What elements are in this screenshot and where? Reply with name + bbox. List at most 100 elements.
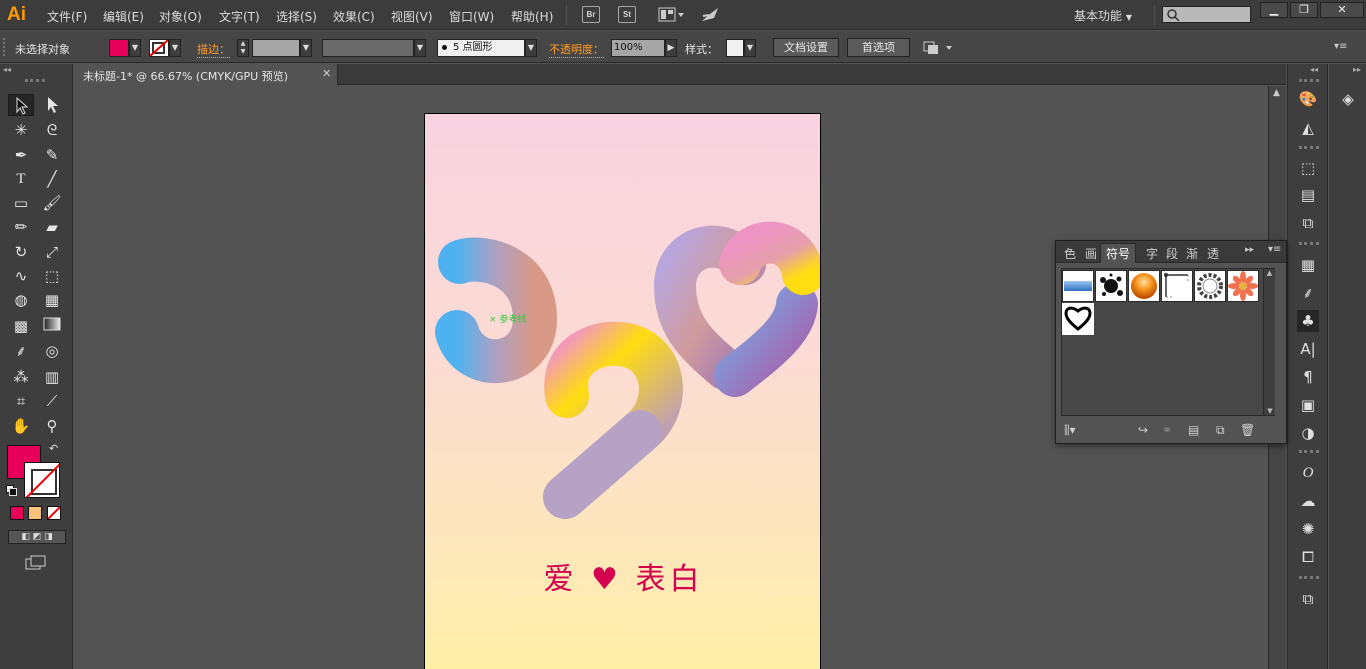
- gpu-performance-icon[interactable]: [700, 6, 720, 24]
- gradient-panel-icon[interactable]: ▣: [1297, 394, 1319, 416]
- zoom-tool-icon[interactable]: ⚲: [39, 415, 65, 437]
- tab-character[interactable]: 字: [1146, 245, 1158, 262]
- menu-edit[interactable]: 编辑(E): [103, 8, 144, 25]
- color-mode-button[interactable]: [10, 506, 24, 520]
- symbol-libraries-menu-icon[interactable]: ⫼▾: [1064, 423, 1076, 438]
- bridge-button[interactable]: Br: [582, 6, 600, 23]
- stroke-color-swatch[interactable]: [149, 39, 169, 57]
- menu-file[interactable]: 文件(F): [47, 8, 87, 25]
- restore-button[interactable]: ❐: [1290, 2, 1318, 18]
- gradient-mode-button[interactable]: [28, 506, 42, 520]
- help-search-input[interactable]: [1162, 6, 1251, 23]
- perspective-grid-tool-icon[interactable]: ▦: [39, 289, 65, 311]
- artboard[interactable]: × 参考线 爱 ♥ 表白: [424, 113, 821, 669]
- character-panel-icon[interactable]: A|: [1297, 338, 1319, 360]
- opacity-label[interactable]: 不透明度：: [549, 41, 604, 58]
- fill-color-swatch[interactable]: [109, 39, 129, 57]
- workspace-switcher[interactable]: 基本功能 ▼: [1074, 7, 1132, 24]
- appearance-panel-icon[interactable]: ✺: [1297, 518, 1319, 540]
- tab-transparency[interactable]: 透: [1207, 245, 1219, 262]
- tab-paragraph[interactable]: 段: [1166, 245, 1178, 262]
- symbol-orange-orb[interactable]: [1128, 270, 1160, 302]
- library-scrollbar[interactable]: ▲ ▼: [1263, 269, 1275, 415]
- panel-menu-icon[interactable]: ▾≡: [1334, 41, 1352, 53]
- delete-symbol-icon[interactable]: 🗑: [1240, 423, 1255, 437]
- screen-mode-icon[interactable]: [24, 554, 48, 572]
- tab-gradient[interactable]: 渐: [1186, 245, 1198, 262]
- selection-tool-icon[interactable]: [8, 94, 34, 116]
- stroke-label[interactable]: 描边：: [197, 41, 230, 58]
- blend-tool-icon[interactable]: ◎: [39, 340, 65, 362]
- scroll-up-icon[interactable]: ▲: [1264, 269, 1275, 277]
- symbol-ink-splat[interactable]: [1095, 270, 1127, 302]
- pen-tool-icon[interactable]: ✒: [8, 144, 34, 166]
- direct-selection-tool-icon[interactable]: [39, 94, 65, 116]
- artboards-panel-icon[interactable]: ⧉: [1297, 588, 1319, 610]
- symbol-heart-outline[interactable]: [1062, 303, 1094, 335]
- menu-window[interactable]: 窗口(W): [449, 8, 494, 25]
- stroke-dropdown[interactable]: ▼: [169, 39, 181, 57]
- hand-tool-icon[interactable]: ✋: [8, 415, 34, 437]
- none-mode-button[interactable]: [47, 506, 61, 520]
- color-panel-icon[interactable]: ◭: [1297, 117, 1319, 139]
- warp-tool-icon[interactable]: ∿: [8, 265, 34, 287]
- draw-mode-buttons[interactable]: ◧ ◩ ◨: [8, 530, 66, 544]
- document-tab[interactable]: 未标题-1* @ 66.67% (CMYK/GPU 预览) ✕: [73, 64, 338, 85]
- brushes-panel-icon[interactable]: ⸙: [1297, 282, 1319, 304]
- symbol-wreath[interactable]: [1194, 270, 1226, 302]
- symbol-flower[interactable]: [1227, 270, 1259, 302]
- opentype-panel-icon[interactable]: O: [1297, 462, 1319, 484]
- dock2-collapse-icon[interactable]: ▸▸: [1353, 65, 1361, 74]
- transform-panel-icon[interactable]: ⬚: [1297, 157, 1319, 179]
- minimize-button[interactable]: ▁: [1260, 2, 1288, 18]
- brush-dropdown[interactable]: ▼: [525, 39, 537, 57]
- transparency-panel-icon[interactable]: ◑: [1297, 422, 1319, 444]
- shape-builder-tool-icon[interactable]: ◍: [8, 289, 34, 311]
- stroke-color-box[interactable]: [24, 462, 60, 498]
- tab-brushes[interactable]: 画: [1085, 245, 1097, 262]
- close-tab-icon[interactable]: ✕: [322, 67, 331, 80]
- symbol-frame-corner[interactable]: [1161, 270, 1193, 302]
- swatches-panel-icon[interactable]: ▦: [1297, 254, 1319, 276]
- place-symbol-icon[interactable]: ↪: [1138, 423, 1148, 437]
- curvature-tool-icon[interactable]: ✎: [39, 144, 65, 166]
- dock-collapse-icon[interactable]: ◂◂: [1310, 65, 1318, 74]
- artboard-tool-icon[interactable]: ⌗: [8, 390, 34, 412]
- document-setup-button[interactable]: 文档设置: [773, 38, 839, 57]
- asset-export-icon[interactable]: ⧠: [1297, 546, 1319, 568]
- toolbox-collapse-icon[interactable]: ◂◂: [3, 65, 11, 74]
- preferences-button[interactable]: 首选项: [847, 38, 910, 57]
- free-transform-tool-icon[interactable]: ⬚: [39, 265, 65, 287]
- new-symbol-icon[interactable]: ⧉: [1216, 423, 1225, 438]
- more-tabs-icon[interactable]: ▸▸: [1245, 245, 1254, 255]
- stroke-weight-input[interactable]: [252, 39, 300, 57]
- menu-type[interactable]: 文字(T): [219, 8, 260, 25]
- scale-tool-icon[interactable]: ⤢: [39, 241, 65, 263]
- mesh-tool-icon[interactable]: ▩: [8, 315, 34, 337]
- lasso-tool-icon[interactable]: ᘓ: [39, 119, 65, 141]
- eraser-tool-icon[interactable]: ▰: [39, 216, 65, 238]
- opacity-input[interactable]: 100%: [611, 39, 665, 57]
- arrange-documents-icon[interactable]: [658, 7, 686, 23]
- stock-button[interactable]: St: [618, 6, 636, 23]
- align-panel-icon[interactable]: ▤: [1297, 184, 1319, 206]
- close-window-button[interactable]: ✕: [1320, 2, 1364, 18]
- symbol-blue-banner[interactable]: [1062, 270, 1094, 302]
- arrange-icon[interactable]: [922, 40, 956, 56]
- break-link-icon[interactable]: ⚭: [1162, 423, 1172, 437]
- tab-symbols[interactable]: 符号: [1100, 243, 1137, 263]
- line-tool-icon[interactable]: ╱: [39, 168, 65, 190]
- color-guide-icon[interactable]: 🎨: [1297, 88, 1319, 110]
- fill-dropdown[interactable]: ▼: [129, 39, 141, 57]
- paintbrush-tool-icon[interactable]: 🖌: [39, 192, 65, 214]
- gradient-tool-icon[interactable]: [39, 315, 65, 337]
- scroll-down-icon[interactable]: ▼: [1264, 407, 1276, 415]
- graphic-style-swatch[interactable]: [726, 39, 744, 57]
- variable-width-profile[interactable]: [322, 39, 414, 57]
- pencil-tool-icon[interactable]: ✏: [8, 216, 34, 238]
- slice-tool-icon[interactable]: ⟋: [39, 390, 65, 412]
- pathfinder-panel-icon[interactable]: ⧉: [1297, 212, 1319, 234]
- stroke-weight-stepper[interactable]: ▲ ▼: [237, 39, 249, 57]
- brush-definition[interactable]: 5 点圆形: [437, 39, 525, 57]
- menu-help[interactable]: 帮助(H): [511, 8, 553, 25]
